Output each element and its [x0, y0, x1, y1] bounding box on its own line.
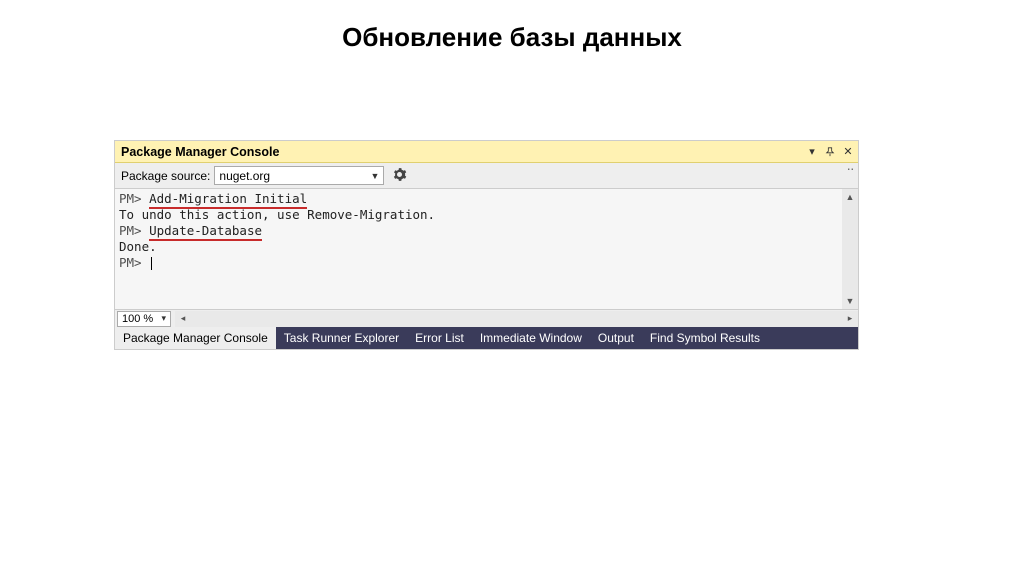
- prompt: PM>: [119, 223, 149, 238]
- scroll-up-icon[interactable]: ▲: [842, 189, 858, 205]
- bottom-tabs: Package Manager ConsoleTask Runner Explo…: [115, 327, 858, 349]
- panel-title: Package Manager Console: [121, 145, 806, 159]
- scroll-right-icon[interactable]: ▸: [842, 313, 858, 324]
- vertical-scrollbar[interactable]: ▲ ▼: [842, 189, 858, 309]
- chevron-down-icon: ▾: [161, 313, 166, 324]
- tab-package-manager-console[interactable]: Package Manager Console: [115, 327, 276, 349]
- package-source-select[interactable]: nuget.org ▼: [214, 166, 384, 185]
- console-line: PM> Add-Migration Initial: [119, 191, 854, 207]
- console-line: Done.: [119, 239, 854, 255]
- console-line: To undo this action, use Remove-Migratio…: [119, 207, 854, 223]
- gear-icon: [392, 167, 407, 185]
- horizontal-scrollbar[interactable]: ◂ ▸: [175, 311, 858, 327]
- tab-error-list[interactable]: Error List: [407, 327, 472, 349]
- console-output[interactable]: PM> Add-Migration InitialTo undo this ac…: [115, 189, 858, 309]
- overflow-icon[interactable]: ⋅⋅: [845, 161, 856, 178]
- prompt: PM>: [119, 255, 149, 270]
- text-caret: [151, 257, 152, 270]
- tab-immediate-window[interactable]: Immediate Window: [472, 327, 590, 349]
- package-manager-panel: Package Manager Console ▾ ✕ Package sour…: [114, 140, 859, 350]
- tab-find-symbol-results[interactable]: Find Symbol Results: [642, 327, 768, 349]
- zoom-bar: 100 % ▾ ◂ ▸: [115, 309, 858, 327]
- package-source-label: Package source:: [121, 169, 210, 183]
- zoom-select[interactable]: 100 % ▾: [117, 311, 171, 327]
- panel-header: Package Manager Console ▾ ✕: [115, 141, 858, 163]
- zoom-value: 100 %: [122, 313, 153, 325]
- settings-button[interactable]: [388, 165, 410, 187]
- pin-icon[interactable]: [824, 146, 836, 158]
- close-icon[interactable]: ✕: [842, 146, 854, 158]
- scroll-down-icon[interactable]: ▼: [842, 293, 858, 309]
- package-source-value: nuget.org: [219, 169, 370, 183]
- tab-task-runner-explorer[interactable]: Task Runner Explorer: [276, 327, 407, 349]
- command-text: Update-Database: [149, 223, 262, 241]
- panel-header-controls: ▾ ✕: [806, 146, 854, 158]
- prompt: PM>: [119, 191, 149, 206]
- scroll-track[interactable]: [842, 205, 858, 293]
- console-line: PM>: [119, 255, 854, 271]
- scroll-left-icon[interactable]: ◂: [175, 313, 191, 324]
- dropdown-icon[interactable]: ▾: [806, 146, 818, 158]
- chevron-down-icon: ▼: [370, 171, 379, 181]
- console-line: PM> Update-Database: [119, 223, 854, 239]
- tab-output[interactable]: Output: [590, 327, 642, 349]
- toolbar: Package source: nuget.org ▼ ⋅⋅: [115, 163, 858, 189]
- page-title: Обновление базы данных: [0, 0, 1024, 53]
